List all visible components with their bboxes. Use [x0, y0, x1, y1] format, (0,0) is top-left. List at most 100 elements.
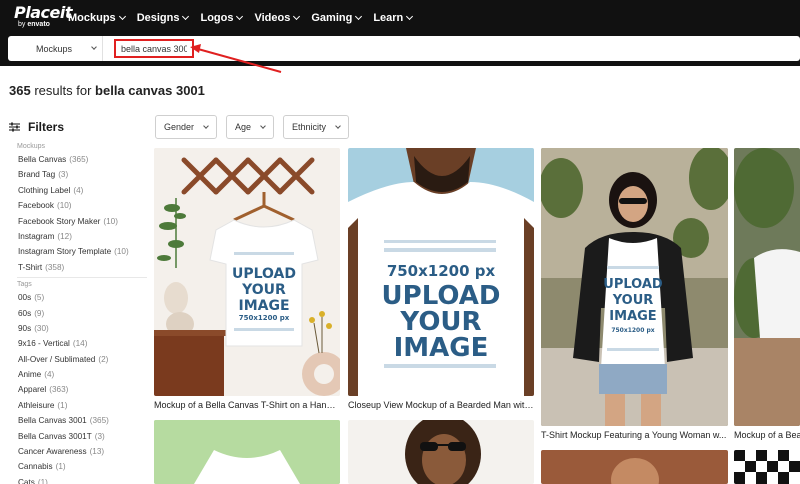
filter-item-count: (5) — [34, 293, 45, 303]
tag-filter-item[interactable]: Apparel (363) — [18, 382, 149, 397]
mockup-card[interactable]: UPLOAD YOUR IMAGE 750x1200 px T-Shirt Mo… — [541, 148, 728, 448]
mockup-card[interactable]: Mockup of a Bea — [734, 148, 800, 448]
mockup-card[interactable]: 750x1200 px UPLOAD YOUR IMAGE Closeup Vi… — [348, 148, 534, 414]
mockup-thumbnail[interactable]: UPLOAD YOUR IMAGE 750x1200 px — [541, 148, 728, 426]
tag-filter-item[interactable]: Cancer Awareness (13) — [18, 444, 149, 459]
mockup-card[interactable] — [154, 420, 340, 484]
mockups-filter-item[interactable]: Instagram (12) — [18, 229, 149, 244]
dropdown-label: Ethnicity — [292, 122, 327, 132]
mockup-card[interactable]: UPLOAD YOUR IMAGE 750x1200 px Mockup of … — [154, 148, 340, 414]
logo-wordmark: Placeit — [14, 3, 72, 22]
mockup-thumbnail[interactable] — [734, 450, 800, 484]
filter-item-label: Facebook Story Maker — [18, 216, 101, 226]
filter-item-count: (1) — [55, 462, 66, 472]
mockups-filter-item[interactable]: Bella Canvas (365) — [18, 152, 149, 167]
age-dropdown[interactable]: Age — [226, 115, 275, 139]
size-text: 750x1200 px — [387, 262, 496, 280]
your-text: YOUR — [241, 282, 286, 298]
filter-item-label: Instagram Story Template — [18, 247, 112, 257]
flat-tee-image — [154, 420, 340, 484]
filter-item-label: 00s — [18, 293, 32, 303]
tag-filter-item[interactable]: Anime (4) — [18, 367, 149, 382]
nav-item-learn[interactable]: Learn — [373, 12, 414, 24]
filters-header[interactable]: Filters — [9, 120, 64, 134]
filter-item-count: (9) — [34, 308, 45, 318]
chevron-down-icon — [203, 122, 209, 129]
category-select[interactable]: Mockups — [8, 36, 103, 61]
tag-filter-item[interactable]: Athleisure (1) — [18, 398, 149, 413]
upload-text: UPLOAD — [603, 277, 663, 292]
placeit-logo[interactable]: Placeit by envato — [14, 4, 72, 29]
size-text: 750x1200 px — [611, 327, 654, 334]
mockup-thumbnail[interactable]: 750x1200 px UPLOAD YOUR IMAGE — [348, 148, 534, 396]
filter-item-label: Brand Tag — [18, 170, 56, 180]
card-caption[interactable]: Closeup View Mockup of a Bearded Man wit… — [348, 400, 534, 410]
category-select-value: Mockups — [36, 43, 73, 54]
search-input[interactable] — [114, 39, 194, 58]
tag-filter-item[interactable]: Cats (1) — [18, 475, 149, 484]
filter-item-label: Cannabis — [18, 462, 53, 472]
search-bar-area: Mockups — [0, 36, 800, 66]
filter-item-count: (365) — [89, 416, 109, 426]
nav-item-videos[interactable]: Videos — [254, 12, 301, 24]
logo-by: by — [18, 21, 26, 28]
woman-jacket-tee-image: UPLOAD YOUR IMAGE 750x1200 px — [541, 148, 728, 426]
tag-filter-item[interactable]: Bella Canvas 3001 (365) — [18, 413, 149, 428]
results-count: 365 — [9, 83, 31, 98]
mockup-thumbnail[interactable] — [154, 420, 340, 484]
filter-item-count: (13) — [89, 447, 105, 457]
mockups-filter-item[interactable]: Brand Tag (3) — [18, 167, 149, 182]
logo-brand: envato — [27, 21, 50, 28]
nav-item-label: Gaming — [311, 12, 353, 24]
chevron-down-icon — [236, 12, 244, 21]
image-text: IMAGE — [394, 333, 489, 363]
bald-man-image — [541, 450, 728, 484]
nav-item-label: Learn — [373, 12, 404, 24]
chevron-down-icon — [91, 44, 97, 50]
filter-item-label: Instagram — [18, 231, 55, 241]
mockup-card[interactable] — [541, 450, 728, 484]
nav-item-label: Logos — [200, 12, 234, 24]
chevron-down-icon — [118, 12, 126, 21]
divider — [17, 277, 147, 279]
nav-item-designs[interactable]: Designs — [137, 12, 190, 24]
tag-filter-item[interactable]: 90s (30) — [18, 321, 149, 336]
gender-dropdown[interactable]: Gender — [155, 115, 218, 139]
mockups-filter-item[interactable]: Instagram Story Template (10) — [18, 244, 149, 259]
nav-item-gaming[interactable]: Gaming — [311, 12, 363, 24]
mockups-filter-item[interactable]: Clothing Label (4) — [18, 183, 149, 198]
filter-item-label: 60s — [18, 308, 32, 318]
nav-item-mockups[interactable]: Mockups — [68, 12, 126, 24]
mockups-filter-item[interactable]: T-Shirt (358) — [18, 260, 149, 275]
mockups-filter-item[interactable]: Facebook Story Maker (10) — [18, 214, 149, 229]
card-caption[interactable]: Mockup of a Bella Canvas T-Shirt on a Ha… — [154, 400, 340, 410]
filter-item-count: (1) — [37, 477, 48, 484]
tag-filter-item[interactable]: 00s (5) — [18, 290, 149, 305]
chevron-down-icon — [335, 122, 341, 129]
tag-filter-item[interactable]: Bella Canvas 3001T (3) — [18, 429, 149, 444]
tag-filter-item[interactable]: Cannabis (1) — [18, 459, 149, 474]
mockups-filter-item[interactable]: Facebook (10) — [18, 198, 149, 213]
tags-group-label: Tags — [17, 281, 32, 289]
tag-filter-item[interactable]: All-Over / Sublimated (2) — [18, 352, 149, 367]
card-caption[interactable]: Mockup of a Bea — [734, 430, 800, 440]
mockup-thumbnail[interactable]: UPLOAD YOUR IMAGE 750x1200 px — [154, 148, 340, 396]
filter-item-label: Cats — [18, 477, 35, 484]
ethnicity-dropdown[interactable]: Ethnicity — [283, 115, 350, 139]
top-nav: Placeit by envato Mockups Designs Logos … — [0, 0, 800, 36]
mockup-thumbnail[interactable] — [734, 148, 800, 426]
bearded-man-tee-image: 750x1200 px UPLOAD YOUR IMAGE — [348, 148, 534, 396]
tag-filter-item[interactable]: 60s (9) — [18, 306, 149, 321]
nav-item-logos[interactable]: Logos — [200, 12, 244, 24]
card-caption[interactable]: T-Shirt Mockup Featuring a Young Woman w… — [541, 430, 728, 440]
filter-item-label: All-Over / Sublimated — [18, 354, 96, 364]
mockup-card[interactable] — [734, 450, 800, 484]
tag-filter-item[interactable]: 9x16 - Vertical (14) — [18, 336, 149, 351]
checkered-image — [734, 450, 800, 484]
mockup-thumbnail[interactable] — [348, 420, 534, 484]
size-text: 750x1200 px — [239, 314, 290, 322]
sliders-icon — [9, 122, 20, 132]
mockup-thumbnail[interactable] — [541, 450, 728, 484]
filter-item-count: (30) — [34, 323, 49, 333]
mockup-card[interactable] — [348, 420, 534, 484]
